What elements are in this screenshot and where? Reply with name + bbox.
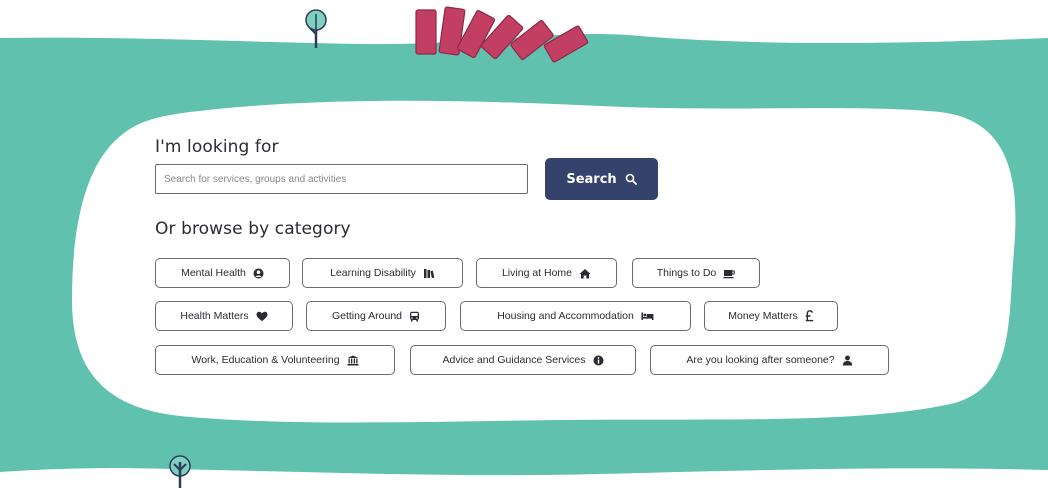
user-icon <box>842 355 852 365</box>
brain-icon <box>253 268 264 278</box>
category-row: Mental Health Learning Disability Living… <box>155 258 915 288</box>
search-button[interactable]: Search <box>545 158 658 200</box>
category-row: Work, Education & Volunteering Advice an… <box>155 345 915 375</box>
category-things-to-do[interactable]: Things to Do <box>632 258 760 288</box>
bottom-tree-icon <box>169 455 191 488</box>
category-mental-health[interactable]: Mental Health <box>155 258 290 288</box>
heart-icon <box>256 311 268 321</box>
category-getting-around[interactable]: Getting Around <box>306 301 446 331</box>
category-row: Health Matters Getting Around Housing an… <box>155 301 915 331</box>
category-label: Housing and Accommodation <box>497 310 634 322</box>
search-icon <box>625 173 637 185</box>
search-row: Search <box>155 158 665 204</box>
category-label: Living at Home <box>501 267 573 279</box>
home-icon <box>579 268 591 278</box>
category-housing-and-accommodation[interactable]: Housing and Accommodation <box>460 301 691 331</box>
search-input[interactable] <box>155 164 528 194</box>
category-label: Things to Do <box>656 267 717 279</box>
category-label: Health Matters <box>180 310 249 322</box>
pound-icon <box>805 310 813 322</box>
category-label: Money Matters <box>728 310 798 322</box>
coffee-icon <box>723 269 735 278</box>
bed-icon <box>641 312 654 320</box>
category-label: Work, Education & Volunteering <box>191 354 340 366</box>
bus-icon <box>410 311 420 321</box>
category-advice-and-guidance-services[interactable]: Advice and Guidance Services <box>410 345 636 375</box>
category-label: Mental Health <box>181 267 246 279</box>
category-learning-disability[interactable]: Learning Disability <box>302 258 463 288</box>
category-living-at-home[interactable]: Living at Home <box>476 258 617 288</box>
browse-heading: Or browse by category <box>155 219 351 239</box>
institution-icon <box>347 355 359 365</box>
category-health-matters[interactable]: Health Matters <box>155 301 293 331</box>
decorative-background <box>0 6 1048 488</box>
category-are-you-looking-after-someone[interactable]: Are you looking after someone? <box>650 345 889 375</box>
category-label: Are you looking after someone? <box>686 354 835 366</box>
search-button-label: Search <box>566 171 617 187</box>
tree-icon <box>305 9 327 48</box>
books-icon <box>423 268 435 278</box>
category-label: Getting Around <box>331 310 403 322</box>
category-work-education-volunteering[interactable]: Work, Education & Volunteering <box>155 345 395 375</box>
page: I'm looking for Search Or browse by cate… <box>0 0 1048 492</box>
info-icon <box>593 355 603 365</box>
category-label: Advice and Guidance Services <box>442 354 586 366</box>
category-money-matters[interactable]: Money Matters <box>704 301 838 331</box>
search-heading: I'm looking for <box>155 137 279 157</box>
category-label: Learning Disability <box>330 267 416 279</box>
